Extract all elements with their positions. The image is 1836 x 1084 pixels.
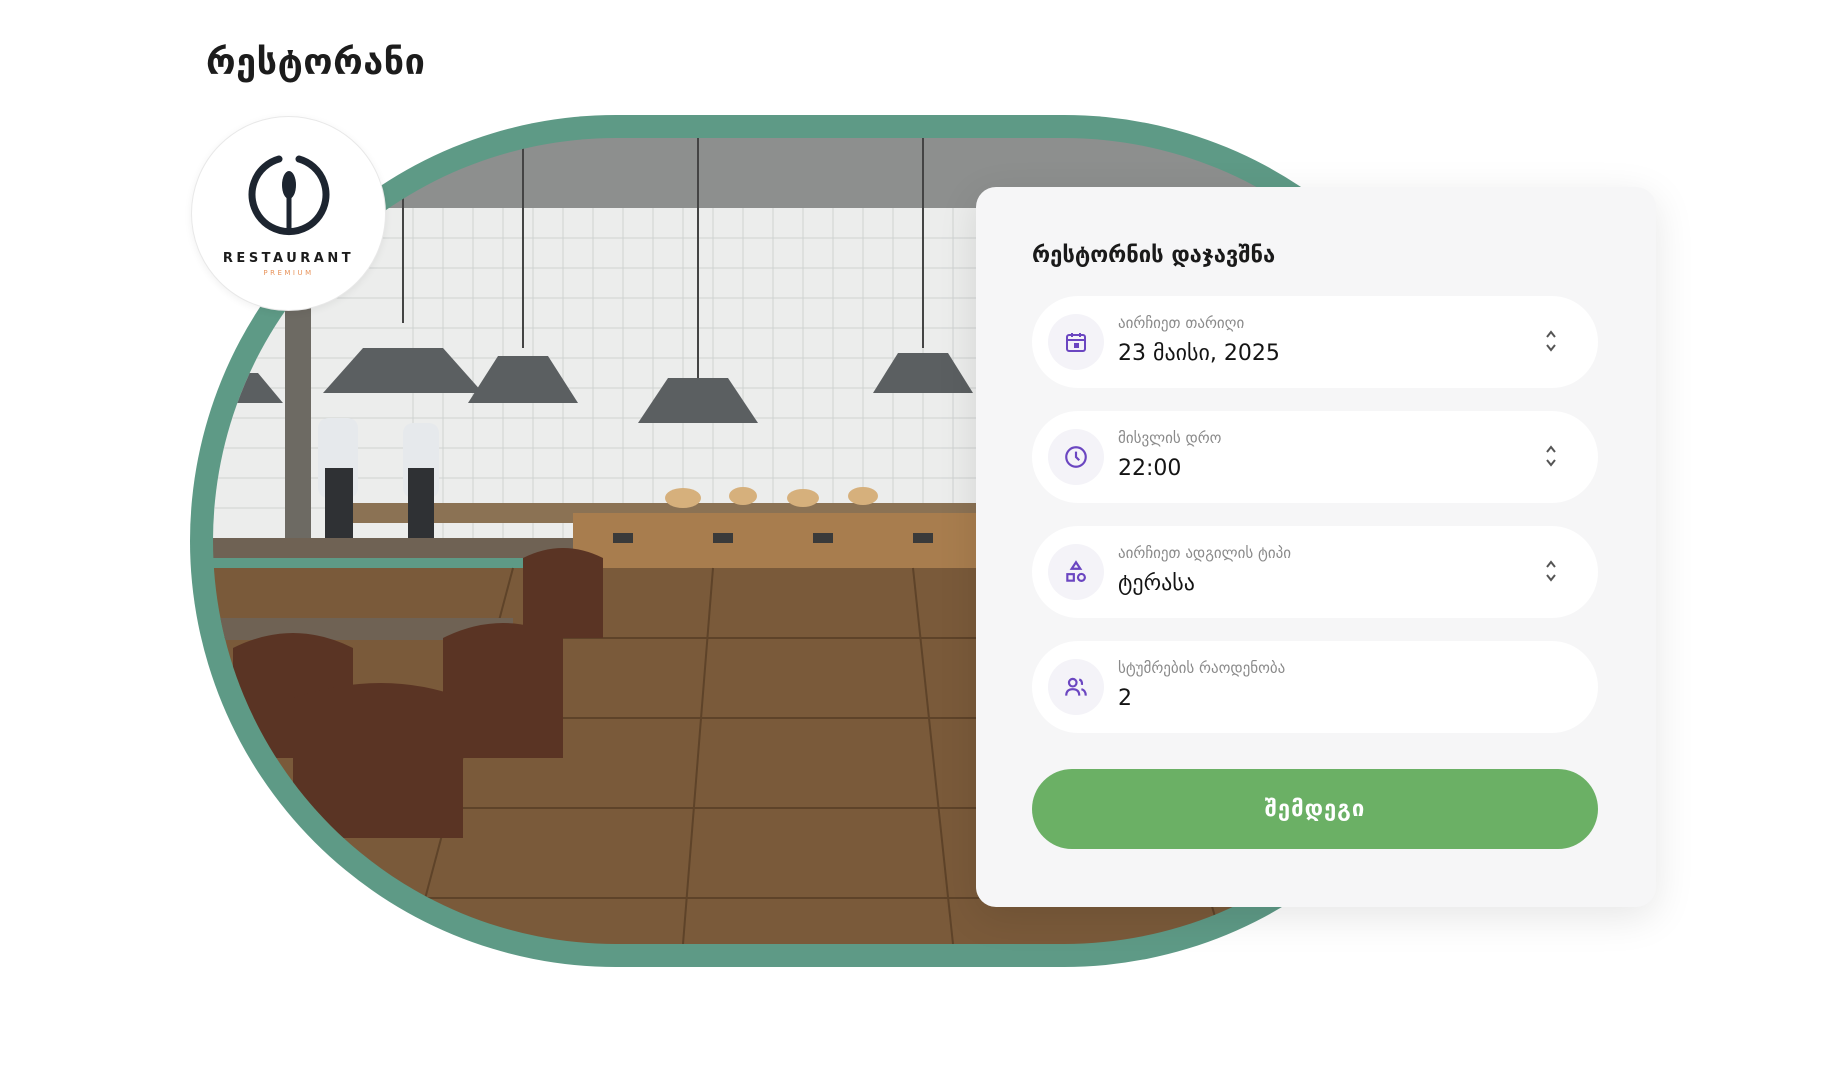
date-value: 23 მაისი, 2025 (1118, 341, 1280, 366)
seating-type-select[interactable]: აირჩიეთ ადგილის ტიპი ტერასა (1032, 526, 1598, 618)
chevron-up-down-icon (1546, 560, 1556, 582)
calendar-icon (1048, 314, 1104, 370)
clock-icon (1048, 429, 1104, 485)
shapes-icon (1048, 544, 1104, 600)
guest-count-label: სტუმრების რაოდენობა (1118, 659, 1286, 677)
logo-name: RESTAURANT (222, 251, 355, 266)
date-select[interactable]: აირჩიეთ თარიღი 23 მაისი, 2025 (1032, 296, 1598, 388)
seating-type-value: ტერასა (1118, 571, 1195, 596)
seating-type-label: აირჩიეთ ადგილის ტიპი (1118, 544, 1291, 562)
fork-spoon-logo-icon (248, 155, 330, 236)
guest-count-value: 2 (1118, 686, 1132, 711)
users-icon (1048, 659, 1104, 715)
reservation-form: რესტორნის დაჯავშნა აირჩიეთ თარიღი 23 მაი… (976, 187, 1656, 907)
chevron-up-down-icon (1546, 330, 1556, 352)
next-button[interactable]: შემდეგი (1032, 769, 1598, 849)
form-title: რესტორნის დაჯავშნა (1032, 243, 1276, 268)
time-label: მისვლის დრო (1118, 429, 1222, 447)
time-value: 22:00 (1118, 456, 1182, 481)
date-label: აირჩიეთ თარიღი (1118, 314, 1245, 332)
chevron-up-down-icon (1546, 445, 1556, 467)
arrival-time-select[interactable]: მისვლის დრო 22:00 (1032, 411, 1598, 503)
restaurant-logo: RESTAURANT PREMIUM (191, 116, 386, 311)
guest-count-field[interactable]: სტუმრების რაოდენობა 2 (1032, 641, 1598, 733)
logo-subtitle: PREMIUM (263, 269, 314, 277)
page-title: რესტორანი (206, 42, 426, 83)
